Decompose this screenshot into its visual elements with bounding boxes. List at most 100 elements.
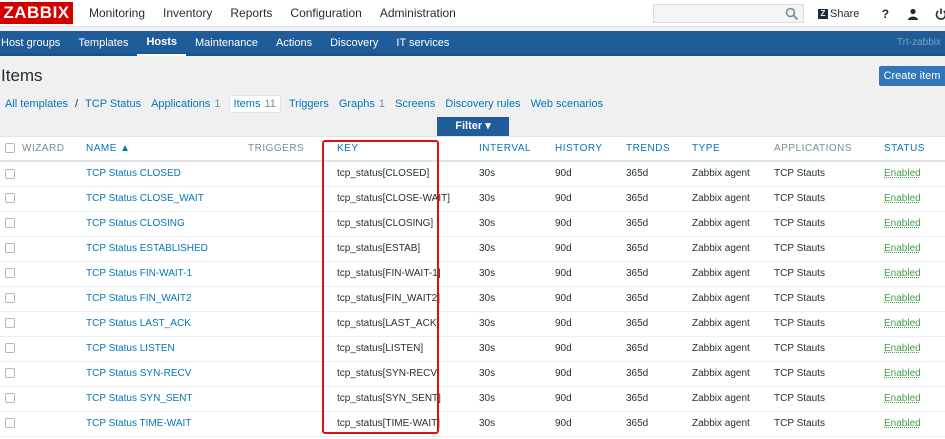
row-checkbox[interactable] bbox=[5, 318, 15, 329]
item-status-toggle[interactable]: Enabled bbox=[884, 386, 945, 412]
item-interval: 30s bbox=[479, 186, 555, 212]
item-name-link[interactable]: TCP Status SYN-RECV bbox=[86, 361, 248, 387]
menu-configuration[interactable]: Configuration bbox=[281, 0, 370, 27]
item-name-link[interactable]: TCP Status FIN-WAIT-1 bbox=[86, 261, 248, 287]
triggers-cell bbox=[248, 411, 329, 437]
item-type: Zabbix agent bbox=[692, 361, 774, 387]
item-history: 90d bbox=[555, 286, 626, 312]
item-history: 90d bbox=[555, 261, 626, 287]
wizard-cell bbox=[22, 286, 86, 312]
col-triggers: TRIGGERS bbox=[248, 137, 329, 162]
user-icon[interactable] bbox=[905, 6, 921, 22]
col-history[interactable]: HISTORY bbox=[555, 137, 626, 162]
share-button[interactable]: Z Share bbox=[818, 8, 859, 20]
item-status-toggle[interactable]: Enabled bbox=[884, 211, 945, 237]
col-type[interactable]: TYPE bbox=[692, 137, 774, 162]
menu-reports[interactable]: Reports bbox=[221, 0, 281, 27]
submenu-hosts[interactable]: Hosts bbox=[137, 31, 187, 56]
item-applications: TCP Stauts bbox=[774, 336, 884, 362]
server-name: Trt-zabbix bbox=[896, 37, 941, 48]
item-name-link[interactable]: TCP Status ESTABLISHED bbox=[86, 236, 248, 262]
row-checkbox[interactable] bbox=[5, 168, 15, 179]
tab-items[interactable]: Items 11 bbox=[228, 95, 281, 113]
tab-graphs-label: Graphs bbox=[338, 98, 375, 110]
filter-toggle-button[interactable]: Filter ▾ bbox=[437, 117, 509, 136]
item-trends: 365d bbox=[626, 386, 692, 412]
item-status-toggle[interactable]: Enabled bbox=[884, 311, 945, 337]
tab-graphs[interactable]: Graphs 1 bbox=[334, 96, 390, 112]
item-status-toggle[interactable]: Enabled bbox=[884, 411, 945, 437]
row-select-cell bbox=[0, 411, 22, 437]
breadcrumb-separator: / bbox=[74, 98, 79, 110]
search-icon[interactable] bbox=[785, 7, 799, 21]
col-key[interactable]: KEY bbox=[329, 137, 479, 162]
row-checkbox[interactable] bbox=[5, 293, 15, 304]
item-interval: 30s bbox=[479, 361, 555, 387]
submenu-maintenance[interactable]: Maintenance bbox=[186, 31, 267, 56]
search-input[interactable] bbox=[653, 4, 804, 23]
col-interval[interactable]: INTERVAL bbox=[479, 137, 555, 162]
row-select-cell bbox=[0, 186, 22, 212]
item-status-toggle[interactable]: Enabled bbox=[884, 261, 945, 287]
wizard-cell bbox=[22, 186, 86, 212]
row-select-cell bbox=[0, 286, 22, 312]
col-status[interactable]: STATUS bbox=[884, 137, 945, 162]
submenu-templates[interactable]: Templates bbox=[69, 31, 137, 56]
menu-inventory[interactable]: Inventory bbox=[154, 0, 221, 27]
item-name-link[interactable]: TCP Status FIN_WAIT2 bbox=[86, 286, 248, 312]
row-checkbox[interactable] bbox=[5, 243, 15, 254]
wizard-cell bbox=[22, 411, 86, 437]
row-checkbox[interactable] bbox=[5, 343, 15, 354]
tab-applications[interactable]: Applications 1 bbox=[146, 96, 225, 112]
row-select-cell bbox=[0, 386, 22, 412]
item-interval: 30s bbox=[479, 261, 555, 287]
item-name-link[interactable]: TCP Status LISTEN bbox=[86, 336, 248, 362]
tab-triggers[interactable]: Triggers bbox=[284, 96, 334, 112]
item-name-link[interactable]: TCP Status LAST_ACK bbox=[86, 311, 248, 337]
item-status-toggle[interactable]: Enabled bbox=[884, 361, 945, 387]
row-checkbox[interactable] bbox=[5, 193, 15, 204]
submenu-actions[interactable]: Actions bbox=[267, 31, 321, 56]
col-name[interactable]: NAME ▲ bbox=[86, 137, 248, 162]
item-status-toggle[interactable]: Enabled bbox=[884, 236, 945, 262]
item-status-toggle[interactable]: Enabled bbox=[884, 186, 945, 212]
tab-screens[interactable]: Screens bbox=[390, 96, 440, 112]
wizard-cell bbox=[22, 311, 86, 337]
submenu-host-groups[interactable]: Host groups bbox=[0, 31, 69, 56]
menu-monitoring[interactable]: Monitoring bbox=[80, 0, 154, 27]
submenu-discovery[interactable]: Discovery bbox=[321, 31, 387, 56]
col-trends[interactable]: TRENDS bbox=[626, 137, 692, 162]
item-status-toggle[interactable]: Enabled bbox=[884, 336, 945, 362]
item-name-link[interactable]: TCP Status SYN_SENT bbox=[86, 386, 248, 412]
item-name-link[interactable]: TCP Status CLOSED bbox=[86, 161, 248, 187]
row-checkbox[interactable] bbox=[5, 268, 15, 279]
item-status-toggle[interactable]: Enabled bbox=[884, 161, 945, 187]
breadcrumb-template[interactable]: TCP Status bbox=[80, 96, 146, 112]
sub-menu: Host groups Templates Hosts Maintenance … bbox=[0, 31, 458, 56]
item-applications: TCP Stauts bbox=[774, 186, 884, 212]
menu-administration[interactable]: Administration bbox=[371, 0, 465, 27]
item-name-link[interactable]: TCP Status CLOSE_WAIT bbox=[86, 186, 248, 212]
item-key: tcp_status[CLOSED] bbox=[329, 161, 479, 187]
table-row: TCP Status LAST_ACK tcp_status[LAST_ACK] 3… bbox=[0, 311, 945, 337]
row-checkbox[interactable] bbox=[5, 218, 15, 229]
create-item-button[interactable]: Create item bbox=[879, 66, 945, 86]
item-name-link[interactable]: TCP Status TIME-WAIT bbox=[86, 411, 248, 437]
item-trends: 365d bbox=[626, 236, 692, 262]
select-all-checkbox[interactable] bbox=[5, 143, 15, 154]
help-icon[interactable]: ? bbox=[877, 6, 893, 22]
row-checkbox[interactable] bbox=[5, 393, 15, 404]
row-checkbox[interactable] bbox=[5, 418, 15, 429]
breadcrumb-all-templates[interactable]: All templates bbox=[0, 96, 73, 112]
submenu-it-services[interactable]: IT services bbox=[387, 31, 458, 56]
item-name-link[interactable]: TCP Status CLOSING bbox=[86, 211, 248, 237]
tab-web-scenarios[interactable]: Web scenarios bbox=[526, 96, 609, 112]
tab-discovery-rules[interactable]: Discovery rules bbox=[440, 96, 525, 112]
item-key: tcp_status[CLOSING] bbox=[329, 211, 479, 237]
item-type: Zabbix agent bbox=[692, 186, 774, 212]
zabbix-logo[interactable]: ZABBIX bbox=[0, 2, 73, 24]
row-checkbox[interactable] bbox=[5, 368, 15, 379]
item-trends: 365d bbox=[626, 286, 692, 312]
item-status-toggle[interactable]: Enabled bbox=[884, 286, 945, 312]
power-icon[interactable] bbox=[933, 6, 945, 22]
